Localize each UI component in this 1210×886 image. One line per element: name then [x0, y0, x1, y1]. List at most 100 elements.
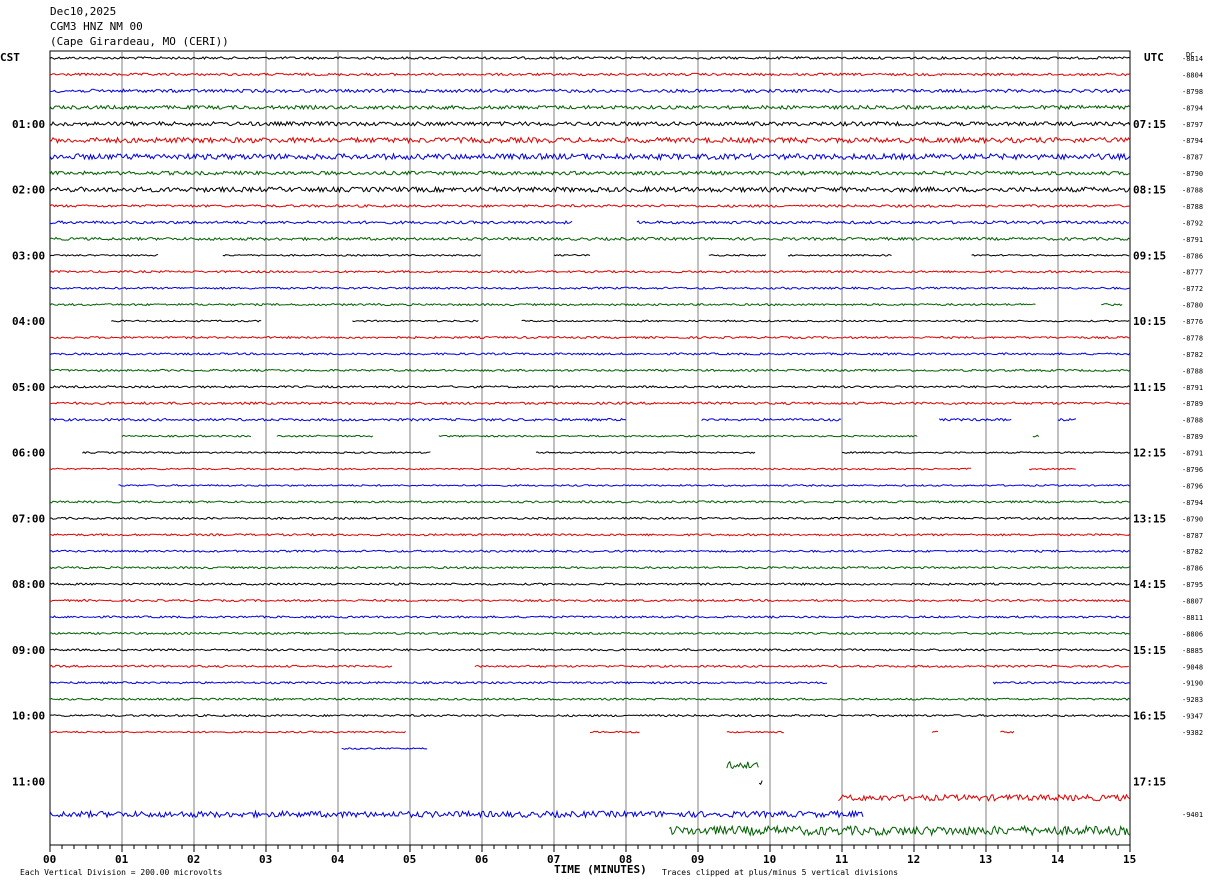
seismic-trace: [787, 253, 892, 257]
seismic-trace: [992, 681, 1130, 685]
seismic-trace: [553, 253, 591, 257]
seismic-trace: [49, 401, 1131, 406]
dc-offset-label: -9048: [1182, 663, 1203, 671]
dc-offset-label: -8795: [1182, 581, 1203, 589]
seismic-trace: [49, 170, 1131, 176]
x-tick-label: 10: [763, 853, 776, 866]
cst-hour-label: 04:00: [12, 315, 45, 328]
seismic-trace: [49, 286, 1131, 290]
x-tick-label: 12: [907, 853, 920, 866]
cst-hour-label: 10:00: [12, 710, 45, 723]
seismic-trace: [708, 253, 767, 257]
dc-offset-label: -9283: [1182, 696, 1203, 704]
cst-hour-label: 08:00: [12, 578, 45, 591]
seismic-trace: [49, 220, 573, 225]
dc-offset-label: -8796: [1182, 466, 1203, 474]
dc-offset-label: -8788: [1182, 417, 1203, 425]
cst-hour-label: 03:00: [12, 249, 45, 262]
x-tick-label: 11: [835, 853, 849, 866]
seismic-trace: [118, 483, 1130, 487]
seismic-trace: [82, 451, 431, 454]
x-tick-label: 05: [403, 853, 416, 866]
seismic-trace: [49, 809, 864, 820]
dc-offset-label: -8782: [1182, 548, 1203, 556]
seismic-trace: [931, 730, 939, 733]
seismic-trace: [49, 254, 159, 257]
seismic-trace: [1032, 434, 1040, 438]
seismic-trace: [668, 824, 1131, 837]
dc-offset-label: -8796: [1182, 482, 1203, 490]
trace-group: [49, 55, 1131, 837]
seismic-trace: [474, 664, 1129, 668]
left-zone-label: CST: [0, 51, 20, 64]
x-tick-label: 06: [475, 853, 489, 866]
dc-offset-label: -8814: [1182, 55, 1203, 63]
dc-offset-label: -8811: [1182, 614, 1203, 622]
dc-offset-label: -8791: [1182, 384, 1203, 392]
seismic-trace: [49, 335, 1131, 340]
seismic-trace: [222, 253, 482, 257]
seismic-trace: [49, 582, 1131, 586]
x-tick-label: 02: [187, 853, 200, 866]
seismic-trace: [49, 467, 972, 471]
seismic-trace: [49, 680, 828, 685]
dc-offset-label: -8791: [1182, 236, 1203, 244]
seismic-trace: [1028, 467, 1076, 471]
cst-hour-label: 09:00: [12, 644, 45, 657]
dc-offset-label: -8791: [1182, 450, 1203, 458]
cst-hour-label: 11:00: [12, 775, 45, 788]
seismic-trace: [49, 730, 406, 734]
seismic-trace: [49, 203, 1131, 208]
seismic-trace: [438, 434, 918, 438]
seismic-trace: [49, 72, 1131, 77]
utc-hour-label: 17:15: [1133, 775, 1166, 788]
dc-offset-label: -8790: [1182, 515, 1203, 523]
x-tick-label: 09: [691, 853, 704, 866]
seismic-trace: [341, 747, 428, 750]
seismic-trace: [49, 664, 393, 668]
seismic-trace: [49, 631, 1131, 636]
dc-offset-label: -8804: [1182, 71, 1203, 79]
seismic-trace: [49, 302, 1036, 307]
seismic-trace: [49, 368, 1131, 373]
utc-hour-label: 15:15: [1133, 644, 1166, 657]
seismic-trace: [1057, 417, 1077, 422]
x-axis-title: TIME (MINUTES): [554, 863, 647, 876]
dc-offset-label: -8788: [1182, 187, 1203, 195]
x-tick-label: 13: [979, 853, 992, 866]
dc-offset-label: -8794: [1182, 104, 1203, 112]
seismic-trace: [49, 136, 1131, 145]
seismic-trace: [50, 615, 1131, 619]
x-tick-label: 15: [1123, 853, 1136, 866]
seismic-trace: [938, 417, 1012, 422]
helicorder-plot: CST UTC DC 00 01 02 03 04 05 06 07 08 09 10 11 12 13 1…: [0, 50, 1203, 877]
seismic-trace: [701, 417, 842, 422]
dc-offset-label: -8780: [1182, 302, 1203, 310]
dc-offset-label: -8788: [1182, 367, 1203, 375]
seismic-trace: [589, 730, 640, 734]
utc-hour-label: 09:15: [1133, 249, 1166, 262]
seismic-trace: [49, 385, 1131, 389]
cst-hour-label: 07:00: [12, 512, 45, 525]
seismic-trace: [49, 185, 1131, 194]
dc-offset-label: -8790: [1182, 170, 1203, 178]
dc-offset-label: -9401: [1182, 811, 1203, 819]
dc-offset-label: -8786: [1182, 565, 1203, 573]
seismic-trace: [49, 549, 1131, 554]
dc-offset-label: -8772: [1182, 285, 1203, 293]
dc-offset-label: -8788: [1182, 203, 1203, 211]
seismic-trace: [971, 253, 1130, 257]
seismic-trace: [49, 236, 1131, 242]
dc-offset-label: -8778: [1182, 334, 1203, 342]
dc-offset-label: -8782: [1182, 351, 1203, 359]
dc-offset-label: -8794: [1182, 499, 1203, 507]
seismic-trace: [276, 434, 374, 438]
dc-offset-label: -8798: [1182, 88, 1203, 96]
dc-offset-label: -9190: [1182, 680, 1203, 688]
dc-offset-label: -8806: [1182, 630, 1203, 638]
dc-offset-label: -8776: [1182, 318, 1203, 326]
dc-offset-label: -8885: [1182, 647, 1203, 655]
x-tick-label: 03: [259, 853, 272, 866]
seismic-trace: [49, 104, 1131, 111]
seismic-trace: [49, 55, 1131, 60]
